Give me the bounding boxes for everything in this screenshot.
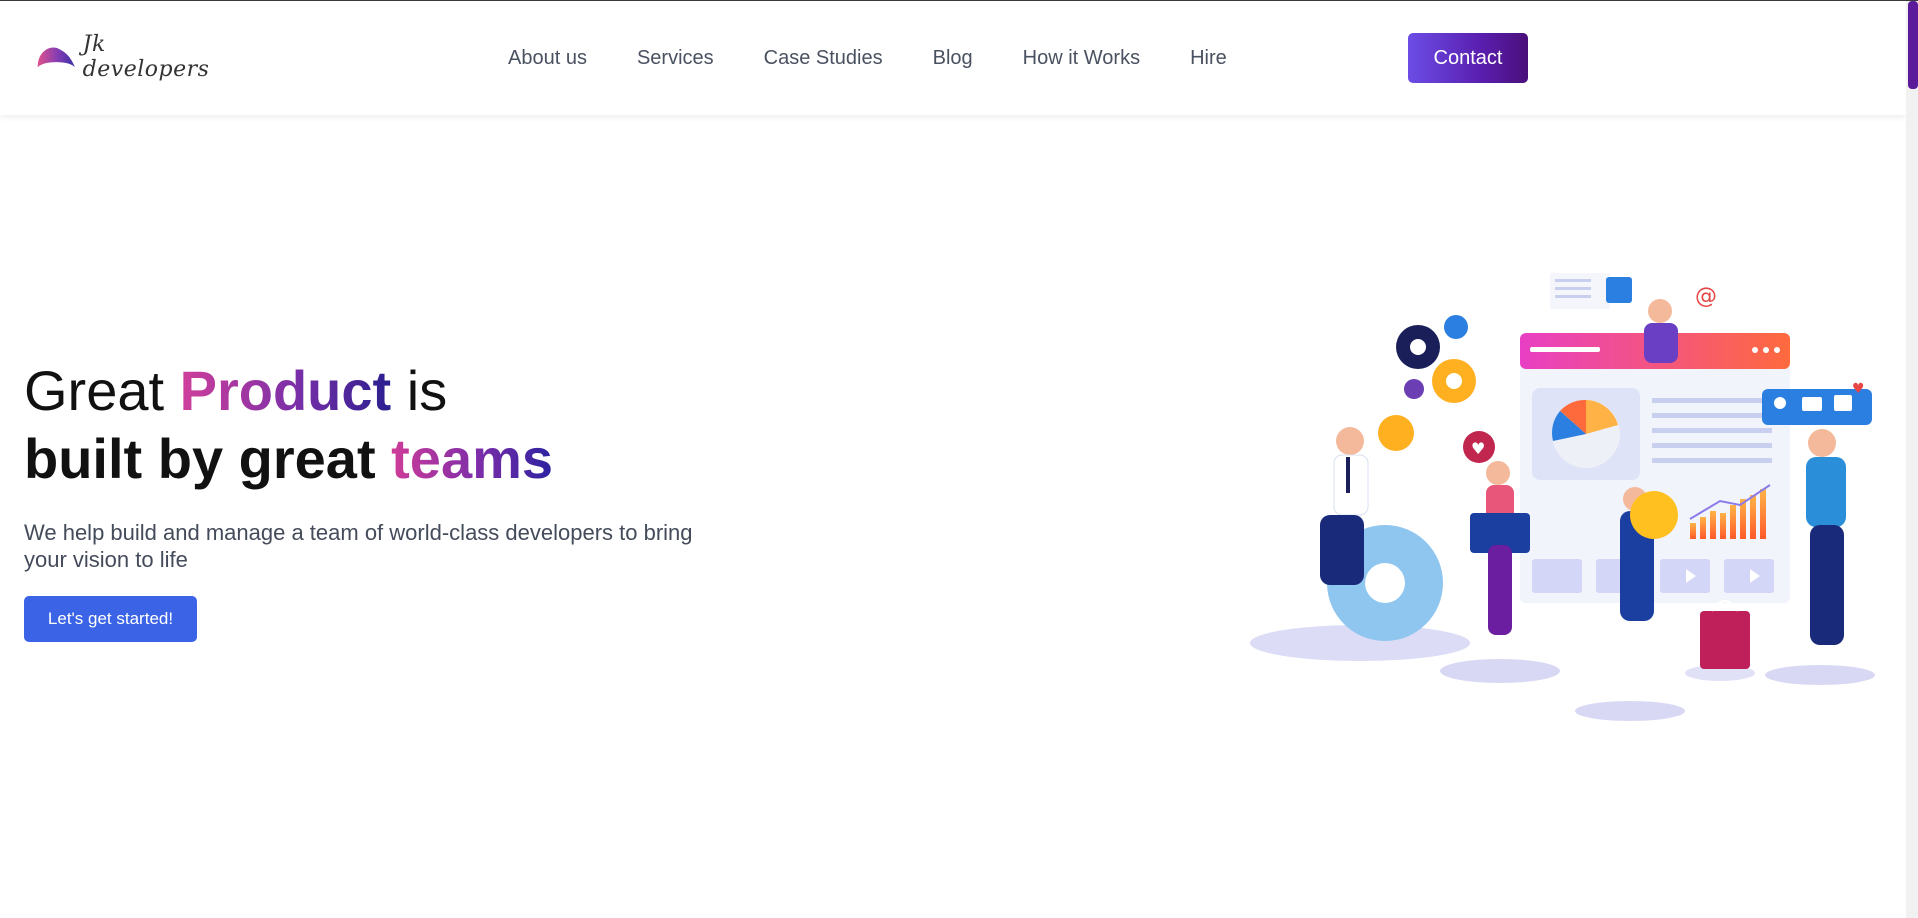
logo-text: Jk developers: [82, 32, 210, 82]
team-illustration: @ ♥ ♥: [1250, 273, 1875, 721]
nav-hire[interactable]: Hire: [1190, 47, 1227, 70]
logo[interactable]: Jk developers: [36, 32, 216, 82]
shadow-ellipse: [1575, 701, 1685, 721]
heart-icon: ♥: [1471, 439, 1485, 458]
video-tile: [1724, 559, 1774, 593]
headline-text: built by great: [24, 427, 392, 490]
dashboard-dot: [1752, 347, 1758, 353]
dashboard-line: [1652, 428, 1772, 433]
lightbulb-icon: [1630, 491, 1678, 539]
list-line: [1555, 279, 1591, 282]
nav-case-studies[interactable]: Case Studies: [764, 47, 883, 70]
get-started-button[interactable]: Let's get started!: [24, 596, 197, 642]
headline-line-1: Great Product is: [24, 357, 744, 425]
shadow-ellipse: [1765, 665, 1875, 685]
dashboard-header-line: [1530, 347, 1600, 352]
dashboard-dot: [1763, 347, 1769, 353]
cart-icon: [1606, 277, 1632, 303]
page: Jk developers About us Services Case Stu…: [0, 0, 1918, 918]
headline-text: is: [391, 359, 448, 422]
contact-button[interactable]: Contact: [1408, 33, 1528, 83]
nav-blog[interactable]: Blog: [933, 47, 973, 70]
shadow-ellipse: [1440, 659, 1560, 683]
gear-bubble-icon: [1378, 415, 1414, 451]
scrollbar-track[interactable]: [1906, 1, 1918, 918]
chat-icon: [1802, 397, 1822, 411]
user-icon: [1774, 397, 1786, 409]
dashboard-line: [1652, 458, 1772, 463]
video-tile: [1660, 559, 1710, 593]
logo-mark-icon: [37, 47, 75, 68]
nav-how-it-works[interactable]: How it Works: [1023, 47, 1140, 70]
dashboard-line: [1652, 413, 1772, 418]
list-line: [1555, 287, 1591, 290]
headline-text: Great: [24, 359, 180, 422]
person-man-left: [1320, 427, 1369, 585]
dashboard-dot: [1774, 347, 1780, 353]
headline-highlight-product: Product: [179, 359, 392, 422]
hero-subtitle: We help build and manage a team of world…: [24, 520, 693, 572]
hero-headline: Great Product is built by great teams: [24, 357, 744, 493]
thumbs-up-icon: [1834, 395, 1852, 411]
scrollbar-thumb[interactable]: [1908, 1, 1918, 89]
site-header: Jk developers About us Services Case Stu…: [0, 1, 1906, 115]
nav-about-us[interactable]: About us: [508, 47, 587, 70]
at-sign-icon: @: [1695, 284, 1717, 309]
gear-hole: [1410, 339, 1426, 355]
heart-icon: ♥: [1852, 381, 1865, 397]
headline-highlight-teams: teams: [391, 427, 554, 490]
nav-services[interactable]: Services: [637, 47, 714, 70]
list-line: [1555, 295, 1591, 298]
person-man-right: [1806, 429, 1846, 645]
list-panel: [1550, 273, 1610, 309]
video-tile: [1532, 559, 1582, 593]
person-man-top: [1644, 299, 1678, 363]
dashboard-line: [1652, 398, 1772, 403]
hero-section: Great Product is built by great teams We…: [24, 357, 744, 642]
gear-icon: [1444, 315, 1468, 339]
dashboard-line: [1652, 443, 1772, 448]
big-gear-hole: [1365, 563, 1405, 603]
headline-line-2: built by great teams: [24, 425, 744, 493]
shopping-bag-icon: [1700, 611, 1750, 669]
gear-icon: [1404, 379, 1424, 399]
main-nav: About us Services Case Studies Blog How …: [508, 1, 1277, 115]
gear-hole: [1446, 373, 1462, 389]
